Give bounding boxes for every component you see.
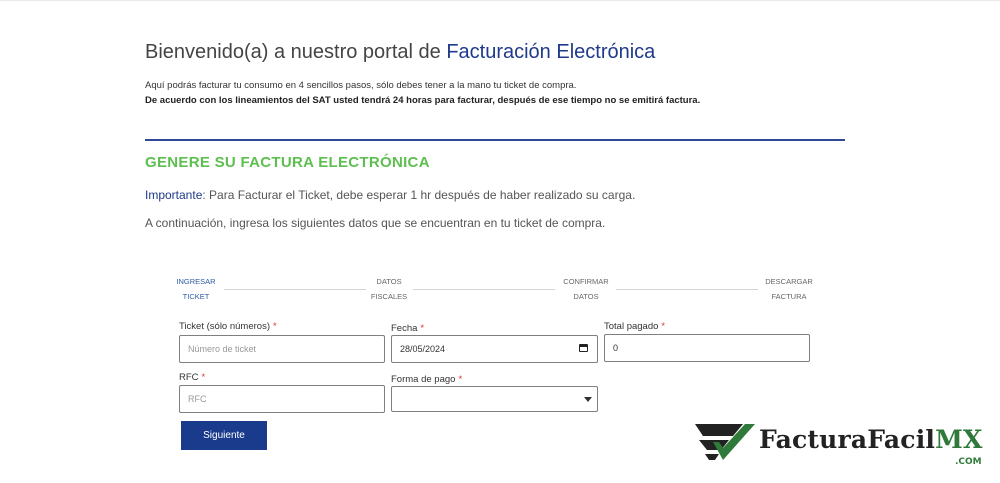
forma-pago-select[interactable] — [391, 386, 598, 412]
total-label-text: Total pagado — [604, 321, 659, 332]
fecha-date-input[interactable]: 28/05/2024 — [391, 335, 598, 363]
step-label-line2: Datos — [573, 292, 599, 301]
step-label-line1: Descargar — [765, 277, 813, 286]
required-mark: * — [272, 321, 277, 332]
required-mark: * — [458, 374, 463, 385]
section-title: GENERE SU FACTURA ELECTRÓNICA — [145, 154, 430, 171]
ticket-input[interactable] — [179, 335, 385, 363]
fecha-label-text: Fecha — [391, 323, 418, 334]
brand-name-main: FacturaFacil — [759, 425, 936, 454]
important-label: Importante — [145, 188, 203, 202]
brand-domain: .COM — [955, 457, 982, 467]
chevron-down-icon — [584, 397, 592, 402]
page-title-accent: Facturación Electrónica — [446, 41, 656, 63]
page-title: Bienvenido(a) a nuestro portal de Factur… — [145, 41, 655, 64]
brand-name: FacturaFacilMX — [759, 425, 983, 454]
important-text: : Para Facturar el Ticket, debe esperar … — [202, 188, 636, 202]
total-label: Total pagado * — [604, 321, 665, 332]
rfc-label: RFC * — [179, 372, 205, 383]
important-note: Importante: Para Facturar el Ticket, deb… — [145, 188, 635, 202]
ticket-label-text: Ticket (sólo números) — [179, 321, 270, 332]
step-descargar-factura: Descargar Factura — [759, 274, 819, 304]
required-mark: * — [661, 321, 666, 332]
section-divider — [145, 139, 845, 141]
forma-pago-label-text: Forma de pago — [391, 374, 456, 385]
rfc-label-text: RFC — [179, 372, 199, 383]
fecha-label: Fecha * — [391, 323, 424, 334]
step-connector — [616, 289, 758, 290]
brand-name-accent: MX — [935, 425, 983, 454]
fecha-value: 28/05/2024 — [400, 344, 446, 354]
step-label-line2: Ticket — [182, 292, 210, 301]
step-connector — [224, 289, 366, 290]
step-label-line1: Datos — [376, 277, 402, 286]
step-label-line2: Fiscales — [370, 292, 408, 301]
ticket-label: Ticket (sólo números) * — [179, 321, 277, 332]
total-input[interactable] — [604, 334, 810, 362]
step-datos-fiscales: Datos Fiscales — [359, 274, 419, 304]
required-mark: * — [201, 372, 206, 383]
required-mark: * — [420, 323, 425, 334]
siguiente-button[interactable]: Siguiente — [181, 421, 267, 450]
intro-text: Aquí podrás facturar tu consumo en 4 sen… — [145, 80, 577, 91]
calendar-icon[interactable] — [579, 344, 588, 352]
rfc-input[interactable] — [179, 385, 385, 413]
forma-pago-label: Forma de pago * — [391, 374, 462, 385]
step-connector — [413, 289, 555, 290]
step-confirmar-datos: Confirmar Datos — [556, 274, 616, 304]
sat-notice: De acuerdo con los lineamientos del SAT … — [145, 95, 701, 106]
checkmark-wings-logo-icon — [695, 424, 755, 460]
step-ingresar-ticket: Ingresar Ticket — [166, 274, 226, 304]
step-label-line1: Ingresar — [176, 277, 216, 286]
step-label-line1: Confirmar — [563, 277, 609, 286]
page-title-prefix: Bienvenido(a) a nuestro portal de — [145, 41, 447, 63]
step-label-line2: Factura — [771, 292, 807, 301]
top-border — [0, 0, 1000, 1]
instructions-text: A continuación, ingresa los siguientes d… — [145, 216, 606, 230]
